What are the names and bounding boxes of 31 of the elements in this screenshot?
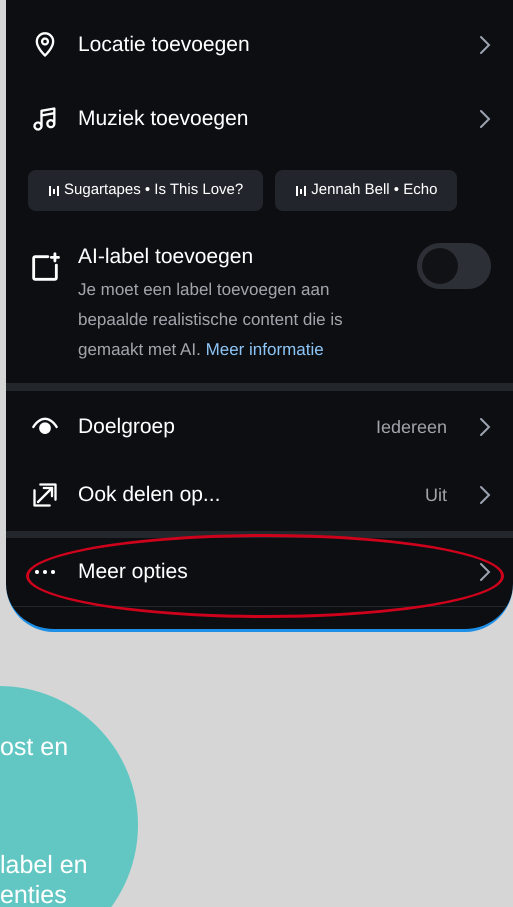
music-chip[interactable]: Sugartapes • Is This Love? — [28, 170, 264, 211]
callout-text: label en — [0, 850, 88, 880]
sound-bars-icon — [295, 184, 308, 196]
chevron-right-icon — [479, 417, 491, 437]
row-label: Locatie toevoegen — [78, 32, 251, 58]
chip-label: Sugartapes • Is This Love? — [64, 180, 244, 200]
row-value: Iedereen — [376, 416, 447, 438]
ai-label-switch[interactable] — [417, 243, 491, 289]
chevron-right-icon — [479, 109, 491, 129]
menu-row[interactable]: Meer opties — [6, 538, 513, 606]
chip-label: Jennah Bell • Echo — [311, 180, 438, 200]
ai-label-title: AI-label toevoegen — [78, 244, 254, 270]
callout-text: enties — [0, 880, 68, 907]
ai-label-description: Je moet een label toevoegen aan bepaalde realistische content die is gemaakt met AI. Meer informatie — [78, 279, 344, 361]
row-label: Ook delen op... — [78, 482, 222, 508]
chevron-right-icon — [479, 562, 491, 582]
more-info-link[interactable]: Meer informatie — [206, 340, 324, 359]
row-value: Uit — [425, 484, 447, 506]
menu-row[interactable]: Doelgroep Iedereen — [6, 393, 513, 461]
menu-row[interactable]: Locatie toevoegen — [6, 8, 513, 82]
chevron-right-icon — [479, 35, 491, 55]
row-label: Muziek toevoegen — [78, 106, 250, 132]
music-chip[interactable]: Jennah Bell • Echo — [275, 170, 458, 211]
share-arrow-icon — [31, 481, 59, 509]
row-label: Doelgroep — [78, 414, 176, 440]
row-label: Meer opties — [78, 559, 189, 586]
menu-row[interactable]: Muziek toevoegen — [6, 82, 513, 156]
chevron-right-icon — [479, 485, 491, 505]
menu-row[interactable]: Ook delen op... Uit — [6, 461, 513, 529]
callout-text: ost en — [0, 732, 70, 762]
sound-bars-icon — [48, 184, 60, 196]
